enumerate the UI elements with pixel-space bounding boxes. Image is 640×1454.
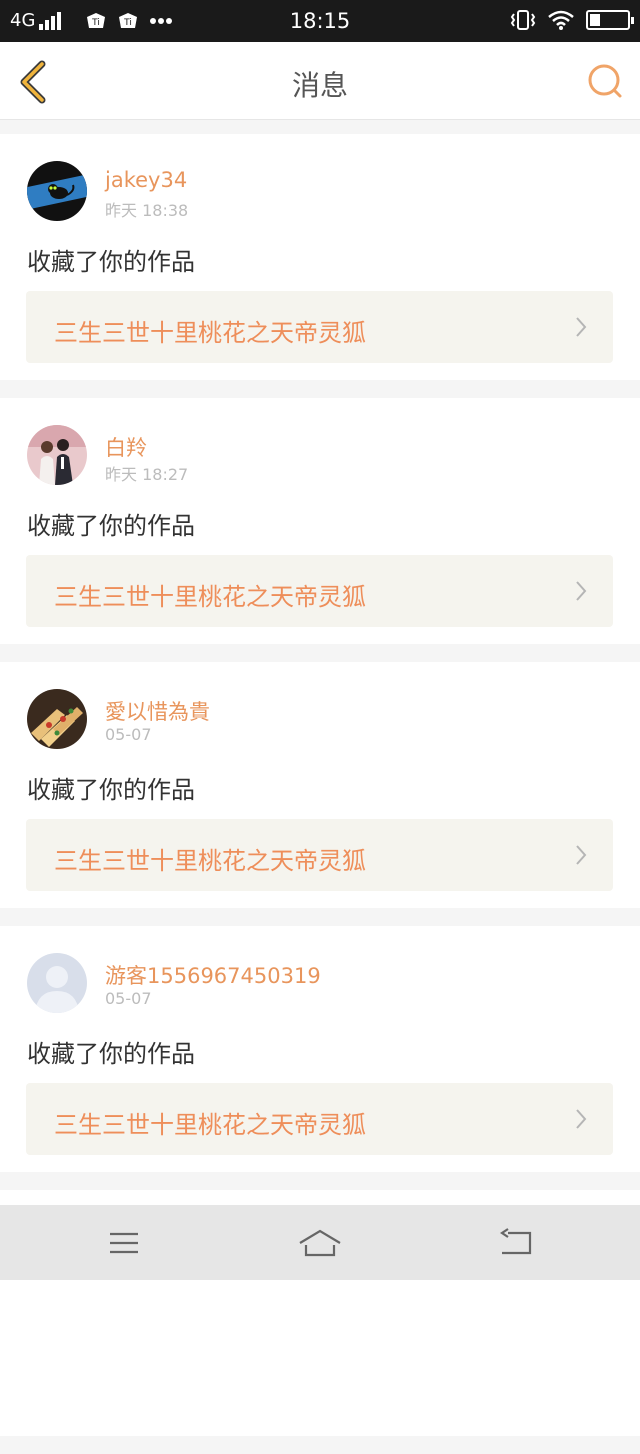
message-time: 05-07 (105, 989, 152, 1008)
avatar[interactable] (27, 425, 87, 485)
status-right (510, 9, 634, 31)
wifi-icon (548, 10, 574, 30)
work-title: 三生三世十里桃花之天帝灵狐 (54, 583, 366, 611)
action-text: 收藏了你的作品 (27, 512, 195, 540)
username[interactable]: 愛以惜為貴 (105, 696, 210, 726)
search-icon[interactable] (586, 62, 624, 100)
avatar[interactable] (27, 689, 87, 749)
chevron-right-icon (576, 1109, 587, 1129)
message-card: 愛以惜為貴 05-07 收藏了你的作品 三生三世十里桃花之天帝灵狐 (0, 662, 640, 908)
battery-icon (586, 10, 634, 30)
chevron-right-icon (576, 845, 587, 865)
return-icon[interactable] (498, 1227, 534, 1259)
system-navigation-bar (0, 1205, 640, 1280)
home-icon[interactable] (298, 1227, 342, 1259)
message-time: 昨天 18:38 (105, 201, 189, 220)
avatar[interactable] (27, 161, 87, 221)
chevron-right-icon (576, 317, 587, 337)
username[interactable]: jakey34 (105, 168, 187, 192)
message-card: jakey34 昨天 18:38 收藏了你的作品 三生三世十里桃花之天帝灵狐 (0, 134, 640, 380)
work-title: 三生三世十里桃花之天帝灵狐 (54, 1111, 366, 1139)
work-link[interactable]: 三生三世十里桃花之天帝灵狐 (26, 291, 613, 363)
work-link[interactable]: 三生三世十里桃花之天帝灵狐 (26, 555, 613, 627)
vibrate-icon (510, 10, 536, 30)
action-text: 收藏了你的作品 (27, 1040, 195, 1068)
default-avatar-icon[interactable] (27, 953, 87, 1013)
work-link[interactable]: 三生三世十里桃花之天帝灵狐 (26, 1083, 613, 1155)
action-text: 收藏了你的作品 (27, 248, 195, 276)
action-text: 收藏了你的作品 (27, 776, 195, 804)
menu-icon[interactable] (106, 1227, 142, 1259)
username[interactable]: 游客1556967450319 (105, 960, 321, 990)
message-time: 05-07 (105, 725, 152, 744)
chevron-right-icon (576, 581, 587, 601)
status-bar: 4G Ti Ti 18:15 (0, 0, 640, 42)
work-title: 三生三世十里桃花之天帝灵狐 (54, 847, 366, 875)
page-title: 消息 (291, 69, 348, 102)
message-card: 白羚 昨天 18:27 收藏了你的作品 三生三世十里桃花之天帝灵狐 (0, 398, 640, 644)
message-time: 昨天 18:27 (105, 465, 189, 484)
top-navigation-bar: 消息 (0, 42, 640, 120)
username[interactable]: 白羚 (105, 432, 147, 462)
message-card: 游客1556967450319 05-07 收藏了你的作品 三生三世十里桃花之天… (0, 926, 640, 1172)
work-title: 三生三世十里桃花之天帝灵狐 (54, 319, 366, 347)
work-link[interactable]: 三生三世十里桃花之天帝灵狐 (26, 819, 613, 891)
